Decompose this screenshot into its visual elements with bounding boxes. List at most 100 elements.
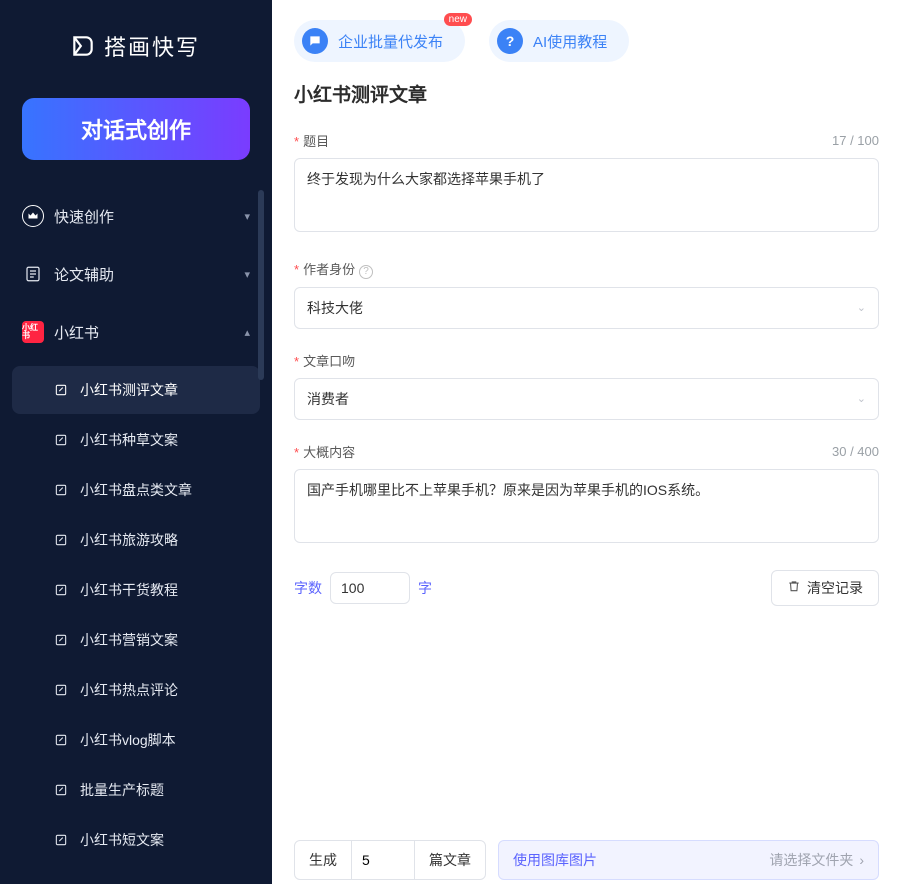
- nav-group-thesis[interactable]: 论文辅助 ▾: [12, 250, 260, 298]
- sidebar-item-marketing[interactable]: 小红书营销文案: [12, 616, 260, 664]
- document-icon: [22, 263, 44, 285]
- trash-icon: [787, 579, 801, 596]
- sidebar-item-travel[interactable]: 小红书旅游攻略: [12, 516, 260, 564]
- sidebar-item-vlog[interactable]: 小红书vlog脚本: [12, 716, 260, 764]
- field-label-row: *题目 17 / 100: [294, 131, 879, 150]
- generate-count-box: 生成 篇文章: [294, 840, 486, 880]
- field-label: *作者身份?: [294, 259, 373, 279]
- question-icon: ?: [497, 28, 523, 54]
- chevron-down-icon: ⌄: [857, 301, 866, 314]
- field-author: *作者身份? 科技大佬 ⌄: [294, 259, 879, 329]
- dialog-create-button[interactable]: 对话式创作: [22, 98, 250, 160]
- select-value: 科技大佬: [307, 298, 363, 318]
- required-star: *: [294, 445, 299, 460]
- sidebar-item-review[interactable]: 小红书测评文章: [12, 366, 260, 414]
- select-value: 消费者: [307, 389, 349, 409]
- brand-name: 搭画快写: [104, 30, 200, 62]
- sidebar-item-label: 批量生产标题: [80, 780, 164, 800]
- link-ai-tutorial[interactable]: ? AI使用教程: [489, 20, 629, 62]
- gallery-label: 使用图库图片: [513, 850, 597, 870]
- sidebar-item-label: 小红书热点评论: [80, 680, 178, 700]
- field-topic: *题目 17 / 100: [294, 131, 879, 237]
- sidebar: 搭画快写 对话式创作 快速创作 ▾ 论文辅助 ▾ 小红书 小红书 ▴: [0, 0, 272, 884]
- brand-icon: [70, 33, 96, 59]
- sidebar-item-label: 小红书种草文案: [80, 430, 178, 450]
- topbar: 企业批量代发布 new ? AI使用教程: [272, 0, 901, 70]
- field-label-row: *文章口吻: [294, 351, 879, 370]
- sidebar-item-tutorial[interactable]: 小红书干货教程: [12, 566, 260, 614]
- link-enterprise-publish[interactable]: 企业批量代发布 new: [294, 20, 465, 62]
- char-counter: 30 / 400: [832, 444, 879, 459]
- sidebar-nav: 快速创作 ▾ 论文辅助 ▾ 小红书 小红书 ▴ 小红书测评文章 小红书种草文案: [0, 182, 272, 884]
- field-label: *文章口吻: [294, 351, 355, 370]
- sidebar-item-label: 小红书旅游攻略: [80, 530, 178, 550]
- help-icon[interactable]: ?: [359, 265, 373, 279]
- chevron-right-icon: ›: [859, 852, 864, 868]
- sidebar-item-comments[interactable]: 小红书热点评论: [12, 666, 260, 714]
- outline-input[interactable]: [294, 469, 879, 543]
- clear-label: 清空记录: [807, 578, 863, 598]
- xiaohongshu-icon: 小红书: [22, 321, 44, 343]
- chevron-down-icon: ▾: [244, 210, 250, 223]
- chevron-down-icon: ⌄: [857, 392, 866, 405]
- nav-group-label: 论文辅助: [54, 264, 234, 285]
- edit-icon: [54, 683, 68, 697]
- field-tone: *文章口吻 消费者 ⌄: [294, 351, 879, 420]
- edit-icon: [54, 533, 68, 547]
- edit-icon: [54, 483, 68, 497]
- topic-input[interactable]: [294, 158, 879, 232]
- edit-icon: [54, 733, 68, 747]
- xhs-sublist: 小红书测评文章 小红书种草文案 小红书盘点类文章 小红书旅游攻略 小红书干货教程…: [12, 366, 260, 864]
- edit-icon: [54, 583, 68, 597]
- required-star: *: [294, 354, 299, 369]
- crown-icon: [22, 205, 44, 227]
- sidebar-item-label: 小红书短文案: [80, 830, 164, 850]
- gallery-placeholder-wrap: 请选择文件夹 ›: [769, 850, 864, 870]
- author-select[interactable]: 科技大佬 ⌄: [294, 287, 879, 329]
- nav-group-quickcreate[interactable]: 快速创作 ▾: [12, 192, 260, 240]
- sidebar-item-short[interactable]: 小红书短文案: [12, 816, 260, 864]
- sidebar-item-batchtitle[interactable]: 批量生产标题: [12, 766, 260, 814]
- sidebar-item-label: 小红书盘点类文章: [80, 480, 192, 500]
- generate-count-input[interactable]: [351, 841, 415, 879]
- field-label: *大概内容: [294, 442, 355, 461]
- chevron-up-icon: ▴: [244, 326, 250, 339]
- wordcount-control: 字数 字: [294, 572, 432, 604]
- wordcount-label-right: 字: [418, 578, 432, 598]
- page-title: 小红书测评文章: [294, 80, 879, 107]
- generate-label-left: 生成: [295, 850, 351, 870]
- required-star: *: [294, 134, 299, 149]
- required-star: *: [294, 262, 299, 277]
- wordcount-label-left: 字数: [294, 578, 322, 598]
- sidebar-item-list[interactable]: 小红书盘点类文章: [12, 466, 260, 514]
- sidebar-item-label: 小红书vlog脚本: [80, 730, 176, 750]
- footer: 生成 篇文章 使用图库图片 请选择文件夹 ›: [272, 830, 901, 884]
- brand-logo[interactable]: 搭画快写: [0, 0, 272, 84]
- pill-label: 企业批量代发布: [338, 31, 443, 52]
- chat-bubble-icon: [302, 28, 328, 54]
- field-label-row: *大概内容 30 / 400: [294, 442, 879, 461]
- dialog-create-label: 对话式创作: [81, 113, 191, 145]
- field-label: *题目: [294, 131, 329, 150]
- wordcount-input[interactable]: [330, 572, 410, 604]
- sidebar-item-label: 小红书营销文案: [80, 630, 178, 650]
- gallery-folder-select[interactable]: 使用图库图片 请选择文件夹 ›: [498, 840, 879, 880]
- edit-icon: [54, 833, 68, 847]
- form-area: 小红书测评文章 *题目 17 / 100 *作者身份? 科技大佬 ⌄ *文章口吻: [272, 70, 901, 830]
- clear-history-button[interactable]: 清空记录: [771, 570, 879, 606]
- sidebar-item-seed[interactable]: 小红书种草文案: [12, 416, 260, 464]
- sidebar-scrollbar[interactable]: [258, 190, 264, 380]
- edit-icon: [54, 383, 68, 397]
- sidebar-item-label: 小红书测评文章: [80, 380, 178, 400]
- edit-icon: [54, 633, 68, 647]
- pill-label: AI使用教程: [533, 31, 607, 52]
- gallery-placeholder: 请选择文件夹: [769, 850, 853, 870]
- tone-select[interactable]: 消费者 ⌄: [294, 378, 879, 420]
- new-badge: new: [444, 13, 472, 26]
- sidebar-item-label: 小红书干货教程: [80, 580, 178, 600]
- main-panel: 企业批量代发布 new ? AI使用教程 小红书测评文章 *题目 17 / 10…: [272, 0, 901, 884]
- wordcount-row: 字数 字 清空记录: [294, 570, 879, 606]
- field-outline: *大概内容 30 / 400: [294, 442, 879, 548]
- nav-group-xiaohongshu[interactable]: 小红书 小红书 ▴: [12, 308, 260, 356]
- field-label-row: *作者身份?: [294, 259, 879, 279]
